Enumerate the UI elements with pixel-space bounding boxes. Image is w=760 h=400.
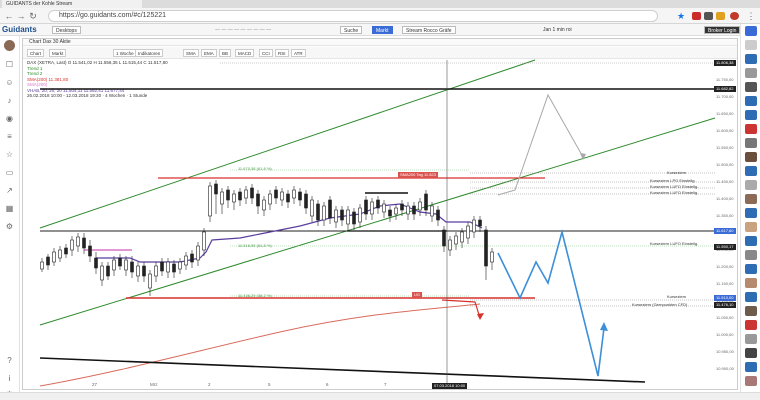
price-axis-label: 10.900,00 [716, 366, 734, 371]
lower-trend-black[interactable] [39, 357, 646, 383]
arrow-head [477, 313, 484, 320]
sma-curve [39, 303, 481, 387]
price-box: 11.510,00 [714, 295, 736, 301]
price-box: 11.550,17 [714, 244, 736, 250]
level-note: Kurseziern LUFO Einstellg. [650, 184, 699, 189]
price-axis-label: 11.600,00 [716, 128, 734, 133]
price-axis-label: 11.450,00 [716, 179, 734, 184]
x-axis-label: 27 [92, 382, 98, 387]
level-note: Kurseziern [667, 294, 687, 299]
price-axis-label: 11.550,00 [716, 145, 734, 150]
fib-mid-label: 11.516,95 (61,8 %) [238, 243, 272, 248]
x-axis-label: 6 [326, 382, 329, 387]
price-axis-label: 10.950,00 [716, 349, 734, 354]
price-axis-label: 11.750,00 [716, 77, 734, 82]
candles [40, 180, 494, 296]
price-axis-label: 11.150,00 [716, 281, 734, 286]
lower-trend-line[interactable] [39, 117, 716, 326]
price-box: 11.682,82 [714, 86, 736, 92]
price-box: 11.476,10 [714, 302, 736, 308]
price-axis-label: 11.000,00 [716, 332, 734, 337]
crosshair-time-label: 07.03.2018 10:00 [432, 383, 468, 389]
ug-tag[interactable]: UG [412, 292, 422, 298]
x-axis-label: 2 [208, 382, 211, 387]
level-note: Kurseziern LUFO Einstellg. [650, 190, 699, 195]
price-axis-label: 11.650,00 [716, 111, 734, 116]
level-note: Kurseziern (Gernpunkten CFD) [632, 302, 688, 307]
price-axis-label: 11.350,00 [716, 213, 734, 218]
level-note: Kurseziern LUFO Einstellg. [650, 241, 699, 246]
price-axis-label: 11.200,00 [716, 264, 734, 269]
upper-trend-line[interactable] [39, 59, 536, 229]
blue-forecast-path [497, 228, 605, 377]
price-axis-label: 11.500,00 [716, 162, 734, 167]
status-bar [0, 392, 760, 400]
arrow-head [600, 322, 608, 331]
x-axis-label: 5 [268, 382, 271, 387]
fib-upper-label: 11.670,38 (61,8 %) [238, 166, 272, 171]
price-chart[interactable] [0, 0, 760, 400]
level-note: Kurseziern [667, 170, 687, 175]
price-axis-label: 11.700,00 [716, 94, 734, 99]
price-box: 11.617,60 [714, 228, 736, 234]
level-note: Kurseziern LPO Einstellg. [650, 178, 696, 183]
fib-low-label: 11.436,29 (38,2 %) [238, 293, 272, 298]
price-axis-label: 11.050,00 [716, 315, 734, 320]
x-axis-label: Mrz [150, 382, 158, 387]
sma200-tag[interactable]: SMA200 Tag 11.623 [398, 172, 438, 178]
red-arrow [441, 299, 481, 319]
x-axis-label: 7 [384, 382, 387, 387]
gray-forecast-path [497, 93, 584, 196]
price-axis-label: 11.400,00 [716, 196, 734, 201]
purple-ma-line [96, 203, 483, 263]
price-box: 11.806,38 [714, 60, 736, 66]
